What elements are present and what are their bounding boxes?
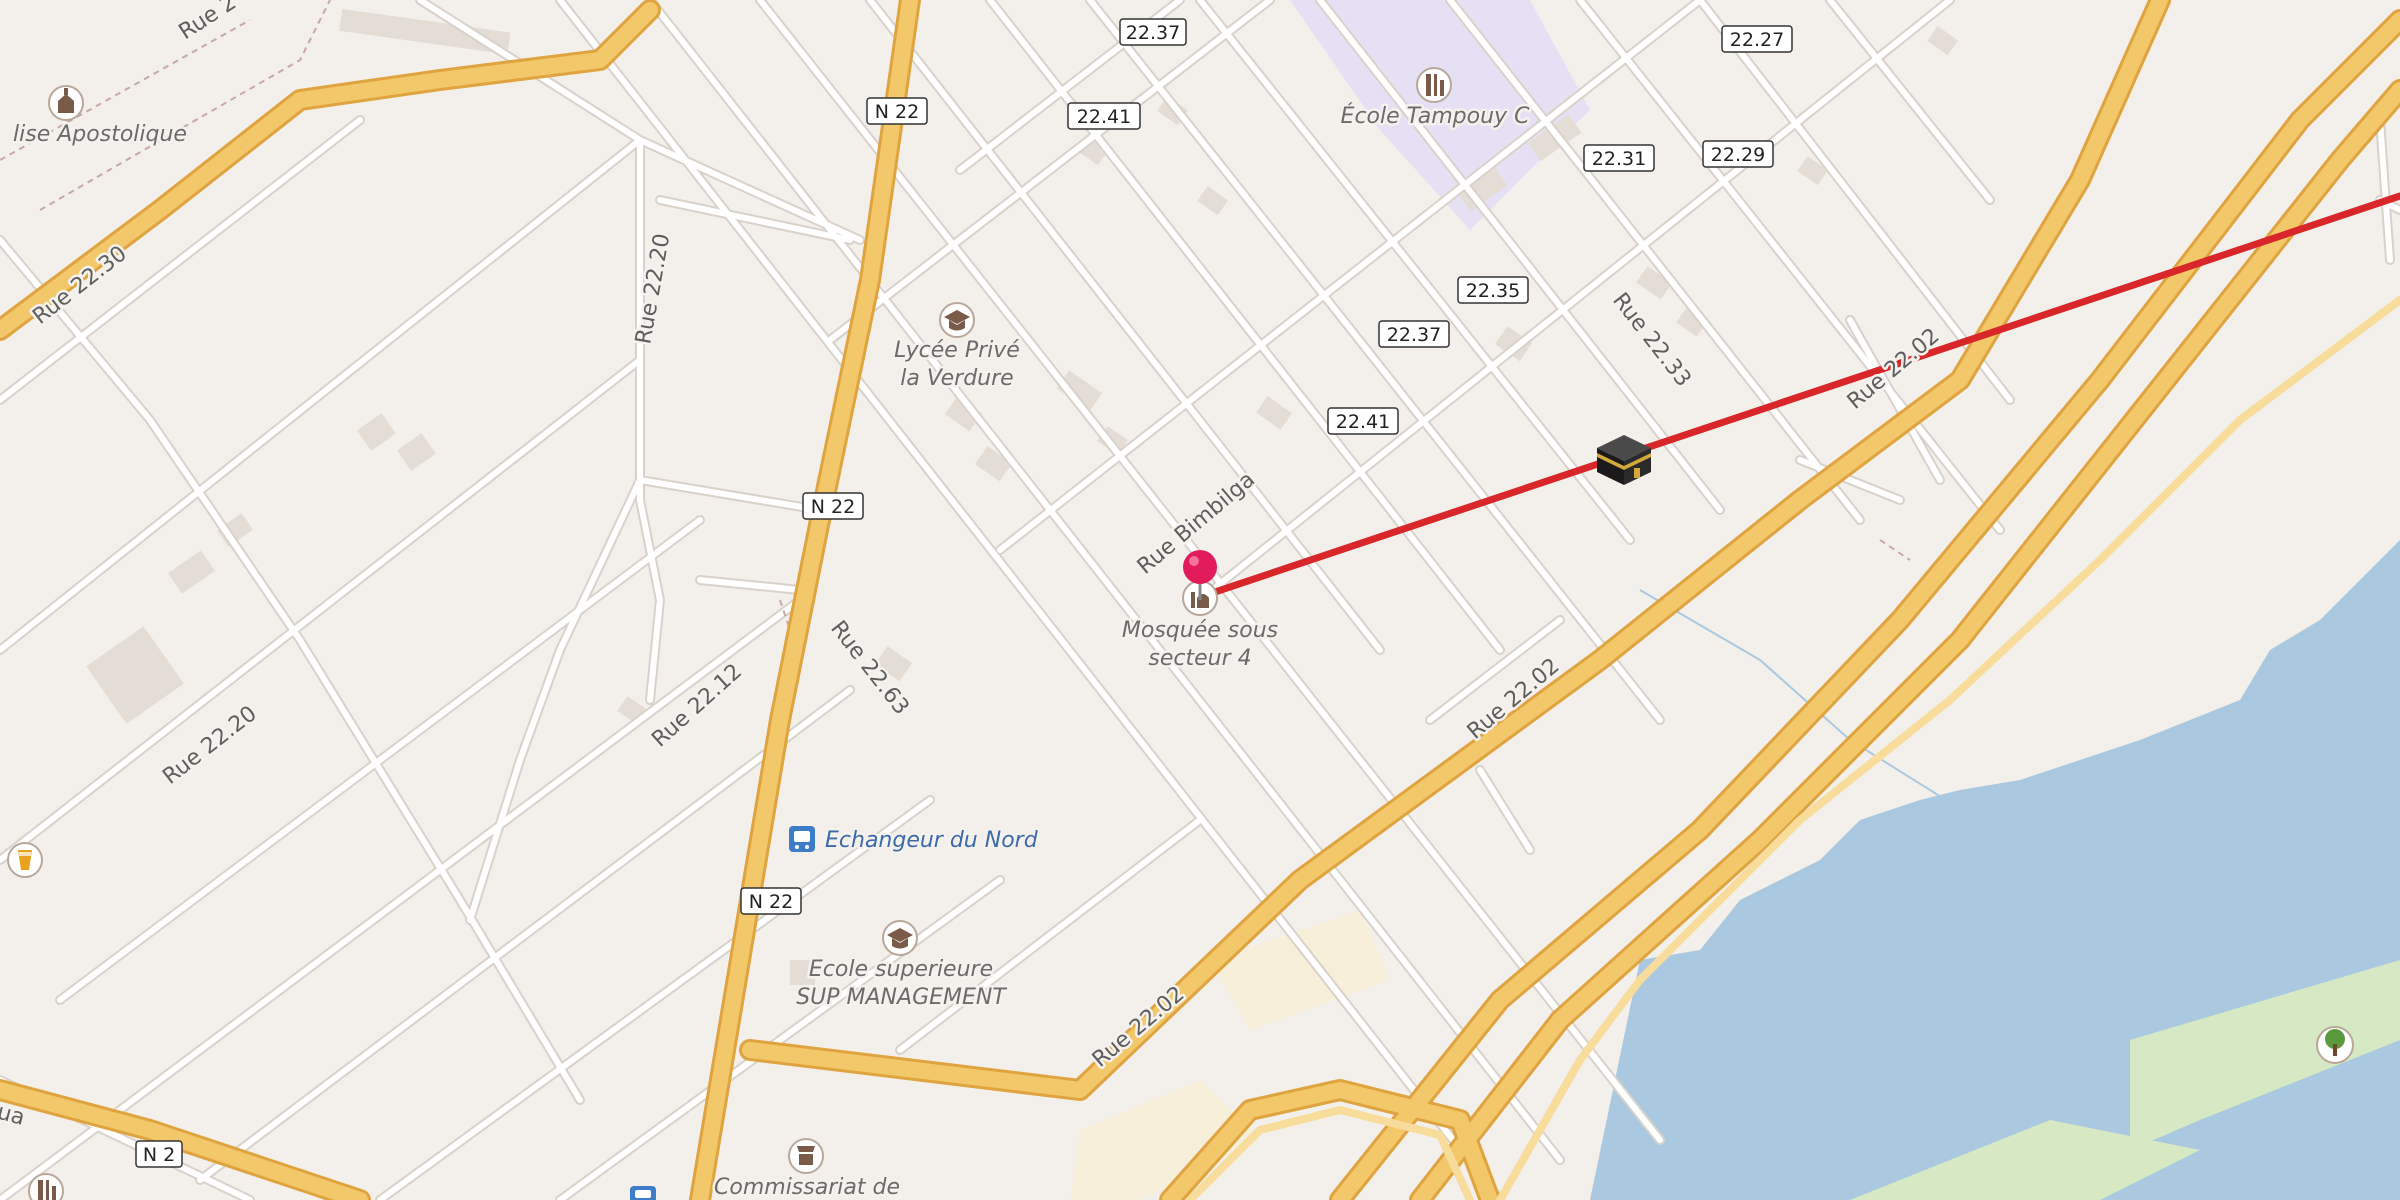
- shield-22-29: 22.29: [1702, 140, 1774, 168]
- shield-22-35-text: 22.35: [1466, 280, 1520, 302]
- poi-label-ecole-tampouy: École Tampouy C: [1341, 103, 1531, 129]
- poi-label-ecole-sup-line2: SUP MANAGEMENT: [796, 985, 1007, 1010]
- n22-shield-top-text: N 22: [875, 101, 919, 123]
- street-label-rue-22-33: Rue 22.33: [1607, 288, 1696, 391]
- drink-icon[interactable]: [7, 842, 43, 878]
- map-canvas[interactable]: Rue 2 Rue 22.30 Rue 22.20 Rue 22.20 Rue …: [0, 0, 2400, 1200]
- church-icon[interactable]: [48, 85, 84, 121]
- bus-stop-icon[interactable]: [789, 826, 815, 852]
- poi-label-eglise: lise Apostolique: [13, 122, 187, 147]
- poi-label-ecole-sup-line1: Ecole superieure: [809, 957, 993, 982]
- shield-22-41-top-text: 22.41: [1077, 106, 1131, 128]
- graduation-cap-icon-sup[interactable]: [882, 920, 918, 956]
- shield-22-37-mid: 22.37: [1378, 320, 1450, 348]
- n22-shield-mid-text: N 22: [811, 496, 855, 518]
- school-icon[interactable]: [1416, 67, 1452, 103]
- street-label-rue-22-20-b: Rue 22.20: [158, 701, 261, 790]
- n22-shield-mid: N 22: [802, 492, 864, 520]
- shield-22-35: 22.35: [1457, 276, 1529, 304]
- n2-shield: N 2: [135, 1140, 183, 1168]
- bus-stop-icon-bottom[interactable]: [630, 1186, 656, 1200]
- shield-22-41-mid: 22.41: [1327, 407, 1399, 435]
- shield-22-37-top: 22.37: [1119, 18, 1187, 46]
- street-label-rue-22-02-a: Rue 22.02: [1843, 324, 1945, 415]
- n22-shield-bottom-text: N 22: [749, 891, 793, 913]
- street-label-rue-22-02-c: Rue 22.02: [1088, 982, 1190, 1073]
- poi-label-mosquee-line2: secteur 4: [1148, 646, 1251, 671]
- shield-22-31-text: 22.31: [1592, 148, 1646, 170]
- poi-label-commissariat: Commissariat de: [714, 1175, 900, 1200]
- shield-22-41-top: 22.41: [1067, 102, 1141, 130]
- shield-22-41-mid-text: 22.41: [1336, 411, 1390, 433]
- street-label-rue-22-63: Rue 22.63: [825, 616, 914, 719]
- n22-shield-top: N 22: [866, 97, 928, 125]
- graduation-cap-icon[interactable]: [939, 302, 975, 338]
- shield-22-29-text: 22.29: [1711, 144, 1765, 166]
- kaaba-icon[interactable]: [1597, 435, 1651, 485]
- n22-shield-bottom: N 22: [740, 887, 802, 915]
- shield-22-31: 22.31: [1583, 144, 1655, 172]
- n2-shield-text: N 2: [143, 1144, 175, 1166]
- street-label-partial-left: ua: [0, 1100, 27, 1131]
- police-icon[interactable]: [788, 1138, 824, 1174]
- poi-label-mosquee-line1: Mosquée sous: [1122, 618, 1278, 643]
- shield-22-27-text: 22.27: [1730, 29, 1784, 51]
- poi-label-lycee-line2: la Verdure: [900, 366, 1013, 391]
- poi-label-lycee-line1: Lycée Privé: [894, 338, 1020, 363]
- label-layer: Rue 2 Rue 22.30 Rue 22.20 Rue 22.20 Rue …: [0, 0, 2354, 1200]
- shield-22-27: 22.27: [1721, 25, 1793, 53]
- street-label-rue-22-02-b: Rue 22.02: [1463, 654, 1565, 745]
- street-label-rue-22-12: Rue 22.12: [647, 659, 747, 752]
- shield-22-37-mid-text: 22.37: [1387, 324, 1441, 346]
- street-label-rue-2: Rue 2: [175, 0, 241, 45]
- street-label-rue-22-30: Rue 22.30: [28, 241, 131, 330]
- shield-22-37-top-text: 22.37: [1126, 22, 1180, 44]
- tree-icon[interactable]: [2316, 1026, 2354, 1064]
- poi-label-echangeur: Echangeur du Nord: [825, 828, 1039, 853]
- street-label-rue-22-20-a: Rue 22.20: [631, 232, 675, 346]
- school-icon-bottom-left[interactable]: [28, 1173, 64, 1200]
